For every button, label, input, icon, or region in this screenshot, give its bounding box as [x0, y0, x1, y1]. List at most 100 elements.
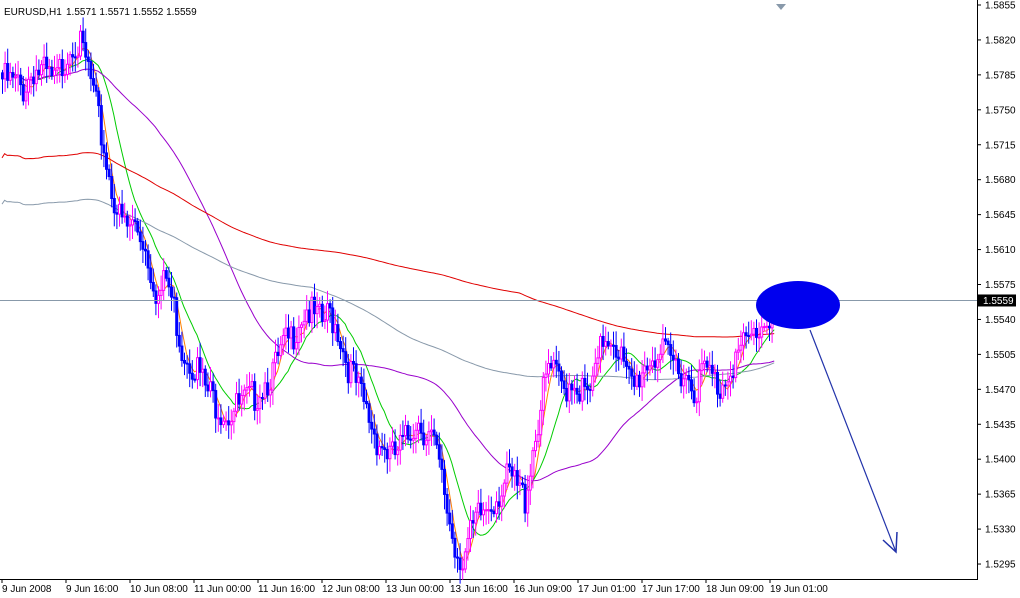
candle-body	[630, 368, 634, 377]
candle-body	[222, 420, 225, 426]
candle-body	[422, 432, 426, 446]
price-tick-label: 1.5575	[985, 280, 1016, 291]
candle-body	[749, 333, 753, 337]
candle-body	[349, 360, 353, 384]
candle-body	[614, 345, 618, 358]
candle-body	[609, 344, 613, 347]
candle-body	[16, 74, 20, 78]
candle-body	[427, 431, 431, 441]
candle-body	[307, 309, 311, 324]
candle-body	[666, 340, 670, 346]
candle-body	[287, 327, 290, 339]
candle-body	[164, 270, 168, 279]
time-tick-label: 13 Jun 00:00	[386, 584, 444, 595]
candle-body	[534, 440, 537, 452]
candle-body	[627, 365, 631, 370]
candle-body	[723, 384, 727, 387]
candle-body	[658, 353, 662, 361]
candle-body	[448, 512, 452, 525]
price-tick-label: 1.5610	[985, 245, 1016, 256]
blue-ellipse-annotation[interactable]	[756, 281, 840, 329]
candle-body	[578, 393, 582, 402]
candle-body	[125, 215, 129, 227]
candle-body	[391, 441, 394, 447]
candle-body	[258, 396, 262, 410]
candle-body	[445, 493, 449, 514]
candle-body	[97, 90, 101, 107]
candle-body	[482, 509, 485, 516]
candle-body	[3, 63, 7, 80]
candle-body	[742, 332, 745, 346]
candle-body	[263, 382, 267, 399]
candle-body	[170, 286, 173, 298]
candle-body	[196, 357, 199, 381]
time-tick-label: 11 Jun 00:00	[194, 584, 252, 595]
candle-body	[68, 54, 72, 65]
candle-body	[276, 351, 280, 357]
candle-body	[409, 438, 413, 441]
candle-body	[105, 152, 108, 170]
candle-body	[34, 69, 38, 85]
candle-body	[167, 277, 171, 288]
candle-body	[700, 363, 704, 372]
chart-shift-marker-icon[interactable]	[776, 4, 786, 10]
candle-body	[430, 429, 433, 433]
candle-body	[1, 72, 4, 80]
price-tick-label: 1.5680	[985, 175, 1016, 186]
time-tick-label: 16 Jun 09:00	[514, 584, 572, 595]
candle-body	[612, 344, 615, 347]
candle-body	[573, 387, 576, 391]
candle-body	[328, 303, 332, 309]
candle-body	[466, 538, 470, 553]
candle-body	[201, 368, 205, 373]
candle-body	[705, 360, 709, 368]
candle-body	[27, 78, 30, 93]
candle-body	[562, 380, 566, 389]
symbol-timeframe-label: EURUSD,H1	[4, 7, 62, 18]
candle-body	[14, 76, 17, 79]
candle-body	[502, 482, 506, 497]
moving-average-layer	[1, 48, 775, 562]
candle-body	[250, 381, 254, 387]
down-arrow-line[interactable]	[809, 329, 897, 553]
candle-body	[406, 425, 410, 440]
candle-body	[331, 307, 335, 334]
candle-body	[378, 446, 381, 456]
candle-body	[357, 376, 361, 383]
candle-body	[24, 91, 28, 102]
candle-body	[710, 364, 714, 374]
price-tick-label: 1.5505	[985, 350, 1016, 361]
candle-body	[274, 351, 277, 364]
candle-body	[619, 346, 623, 360]
price-tick-label: 1.5400	[985, 455, 1016, 466]
candle-body	[248, 385, 251, 389]
candle-body	[240, 394, 244, 405]
candle-body	[66, 63, 69, 75]
candle-body	[622, 346, 626, 362]
candle-body	[474, 511, 478, 524]
candle-body	[219, 417, 223, 426]
candle-body	[437, 444, 441, 460]
candle-body	[388, 445, 392, 460]
candle-body	[107, 168, 111, 178]
candle-body	[565, 387, 569, 402]
candle-body	[508, 463, 511, 468]
candle-body	[50, 66, 54, 77]
candle-body	[648, 365, 652, 371]
candlestick-chart[interactable]: 1.5855 1.5820 1.5785 1.5750 1.5715 1.5680 1.56…	[0, 0, 1020, 598]
time-tick-label: 18 Jun 09:00	[706, 584, 764, 595]
candle-body	[310, 296, 314, 324]
candle-body	[713, 371, 717, 374]
candle-body	[591, 375, 595, 391]
candle-body	[84, 42, 88, 58]
candle-body	[242, 389, 246, 396]
time-tick-label: 11 Jun 16:00	[258, 584, 316, 595]
time-tick-label: 9 Jun 16:00	[66, 584, 119, 595]
candle-body	[541, 377, 545, 411]
time-tick-label: 13 Jun 16:00	[450, 584, 508, 595]
ma-200-line	[1, 152, 775, 338]
candle-body	[11, 72, 15, 78]
candle-body	[162, 270, 166, 291]
candle-body	[521, 482, 524, 485]
candle-body	[211, 381, 215, 392]
